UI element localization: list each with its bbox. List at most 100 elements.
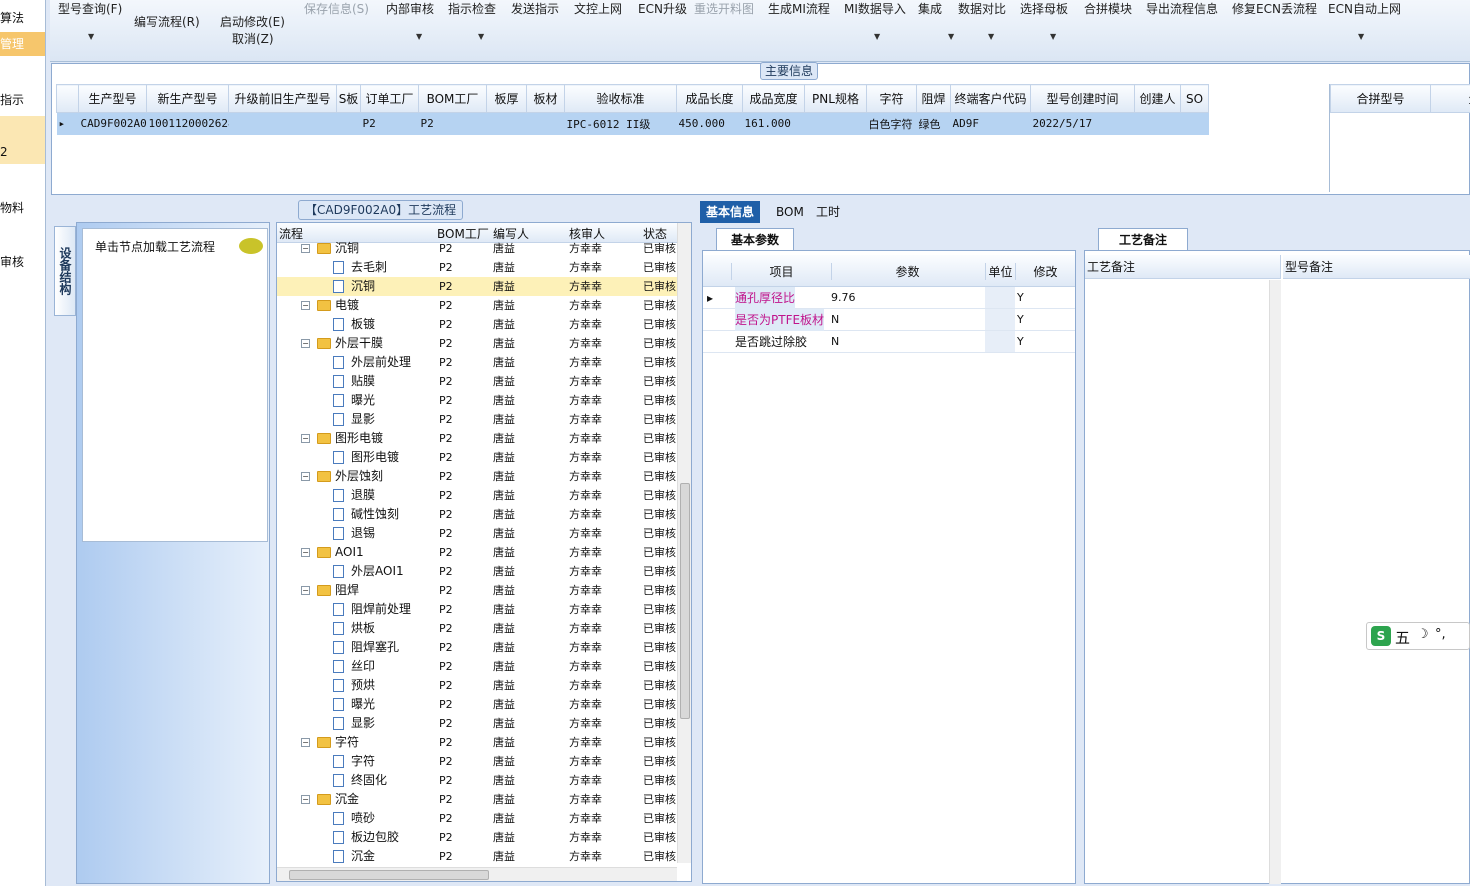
tree-node[interactable]: 显影 P2 唐益 方幸幸 已审核 — [277, 410, 677, 429]
tree-vertical-scrollbar[interactable] — [677, 223, 691, 863]
collapse-icon[interactable]: − — [301, 339, 310, 348]
tree-node[interactable]: − 沉铜 P2 唐益 方幸幸 已审核 — [277, 239, 677, 258]
tab-detail[interactable]: 工时 — [810, 201, 846, 223]
collapse-icon[interactable]: − — [301, 738, 310, 747]
toolbar-button[interactable]: 保存信息(S) — [304, 0, 369, 17]
toolbar-button[interactable]: 型号查询(F) ▼ — [58, 0, 122, 41]
nav-item[interactable]: 2 — [0, 140, 45, 164]
tab-process-remarks[interactable]: 工艺备注 — [1098, 228, 1189, 250]
nav-item[interactable]: 算法 — [0, 6, 45, 30]
tree-node[interactable]: 烘板 P2 唐益 方幸幸 已审核 — [277, 619, 677, 638]
toolbar-button[interactable]: 启动修改(E) — [220, 13, 285, 30]
tree-node[interactable]: 去毛刺 P2 唐益 方幸幸 已审核 — [277, 258, 677, 277]
toolbar-button[interactable]: 导出流程信息 — [1146, 0, 1218, 17]
nav-item[interactable]: 指示 — [0, 88, 45, 112]
tree-node[interactable]: − AOI1 P2 唐益 方幸幸 已审核 — [277, 543, 677, 562]
tree-node[interactable]: 沉铜 P2 唐益 方幸幸 已审核 — [277, 277, 677, 296]
grid-column-header[interactable]: S板 — [336, 84, 361, 113]
table-row[interactable]: 是否为PTFE板材 N Y — [703, 309, 1075, 331]
param-modify[interactable]: Y — [1017, 287, 1024, 309]
nav-item[interactable]: 审核 — [0, 250, 45, 274]
grid-cell[interactable]: P2 — [360, 112, 419, 135]
toolbar-button[interactable]: 数据对比 ▼ — [958, 0, 1006, 41]
grid-cell[interactable]: 161.000 — [742, 112, 805, 135]
tree-node[interactable]: − 外层干膜 P2 唐益 方幸幸 已审核 — [277, 334, 677, 353]
equipment-side-tab[interactable]: 设备结构 — [54, 226, 76, 316]
grid-column-header[interactable]: 终端客户代码 — [950, 84, 1031, 113]
toolbar-button[interactable]: ECN自动上网 ▼ — [1328, 0, 1401, 41]
tree-node[interactable]: 字符 P2 唐益 方幸幸 已审核 — [277, 752, 677, 771]
collapse-icon[interactable]: − — [301, 548, 310, 557]
grid-column-header[interactable]: PNL规格 — [804, 84, 867, 113]
grid-column-header[interactable]: 验收标准 — [564, 84, 677, 113]
grid-cell[interactable] — [804, 112, 867, 135]
grid-column-header[interactable]: 升级前旧生产型号 — [228, 84, 337, 113]
params-column-header[interactable]: 参数 — [831, 263, 983, 280]
toolbar-button[interactable]: MI数据导入 ▼ — [844, 0, 906, 41]
tree-node[interactable]: 终固化 P2 唐益 方幸幸 已审核 — [277, 771, 677, 790]
scroll-thumb[interactable] — [680, 483, 690, 719]
tree-node[interactable]: 板边包胶 P2 唐益 方幸幸 已审核 — [277, 828, 677, 847]
params-column-header[interactable]: 项目 — [731, 263, 831, 280]
param-unit[interactable] — [985, 287, 1015, 308]
param-unit[interactable] — [985, 331, 1015, 352]
scroll-thumb[interactable] — [289, 870, 489, 880]
merge-col-header[interactable]: 合拼型号 — [1330, 84, 1431, 113]
tree-node[interactable]: 退膜 P2 唐益 方幸幸 已审核 — [277, 486, 677, 505]
param-unit[interactable] — [985, 309, 1015, 330]
grid-cell[interactable]: 2022/5/17 — [1030, 112, 1135, 135]
grid-column-header[interactable]: 成品宽度 — [742, 84, 805, 113]
tree-node[interactable]: 退锡 P2 唐益 方幸幸 已审核 — [277, 524, 677, 543]
tree-node[interactable]: 预烘 P2 唐益 方幸幸 已审核 — [277, 676, 677, 695]
nav-item[interactable] — [0, 116, 45, 140]
toolbar-button[interactable]: 发送指示 — [511, 0, 559, 17]
tree-node[interactable]: 沉金 P2 唐益 方幸幸 已审核 — [277, 847, 677, 866]
toolbar-button[interactable]: 选择母板 ▼ — [1020, 0, 1068, 41]
tree-node[interactable]: − 图形电镀 P2 唐益 方幸幸 已审核 — [277, 429, 677, 448]
grid-column-header[interactable]: SO — [1180, 84, 1209, 113]
grid-cell[interactable] — [486, 112, 527, 135]
tree-node[interactable]: 显影 P2 唐益 方幸幸 已审核 — [277, 714, 677, 733]
process-remark-scrollbar[interactable] — [1269, 280, 1281, 884]
grid-cell[interactable]: P2 — [418, 112, 487, 135]
merge-col-header[interactable]: 生产 — [1430, 84, 1470, 113]
tree-node[interactable]: 碱性蚀刻 P2 唐益 方幸幸 已审核 — [277, 505, 677, 524]
tree-node[interactable]: 板镀 P2 唐益 方幸幸 已审核 — [277, 315, 677, 334]
tree-node[interactable]: 曝光 P2 唐益 方幸幸 已审核 — [277, 695, 677, 714]
tree-node[interactable]: − 阻焊 P2 唐益 方幸幸 已审核 — [277, 581, 677, 600]
grid-column-header[interactable]: 阻焊 — [916, 84, 951, 113]
grid-cell[interactable]: 白色字符 — [866, 112, 917, 135]
equipment-list[interactable]: 单击节点加载工艺流程 — [82, 228, 268, 542]
process-tree[interactable]: 流程 BOM工厂 编写人 核审人 状态 − 沉铜 P2 唐益 方幸幸 已审核 去毛刺 P2 唐益 方幸幸 已审… — [276, 222, 692, 882]
grid-column-header[interactable]: 板材 — [526, 84, 565, 113]
toolbar-button[interactable]: 修复ECN丢流程 — [1232, 0, 1317, 17]
tree-node[interactable]: 图形电镀 P2 唐益 方幸幸 已审核 — [277, 448, 677, 467]
model-remark-text[interactable] — [1283, 280, 1470, 884]
grid-cell[interactable] — [526, 112, 565, 135]
toolbar-button[interactable]: 指示检查 ▼ — [448, 0, 496, 41]
collapse-icon[interactable]: − — [301, 795, 310, 804]
tree-node[interactable]: − 电镀 P2 唐益 方幸幸 已审核 — [277, 296, 677, 315]
toolbar-button[interactable]: 取消(Z) — [232, 30, 274, 47]
params-column-header[interactable]: 单位 — [985, 263, 1015, 280]
params-column-header[interactable]: 修改 — [1015, 263, 1075, 280]
toolbar-button[interactable]: 内部审核 ▼ — [386, 0, 434, 41]
tree-node[interactable]: 贴膜 P2 唐益 方幸幸 已审核 — [277, 372, 677, 391]
tree-horizontal-scrollbar[interactable] — [277, 867, 677, 881]
punctuation-icon[interactable]: °, — [1435, 627, 1446, 642]
collapse-icon[interactable]: − — [301, 586, 310, 595]
grid-cell[interactable]: 绿色 — [916, 112, 951, 135]
toolbar-button[interactable]: ECN升级 — [638, 0, 687, 17]
grid-column-header[interactable]: 字符 — [866, 84, 917, 113]
collapse-icon[interactable]: − — [301, 301, 310, 310]
toolbar-button[interactable]: 生成MI流程 — [768, 0, 830, 17]
param-modify[interactable]: Y — [1017, 331, 1024, 353]
grid-column-header[interactable]: 新生产型号 — [146, 84, 229, 113]
tab-detail[interactable]: 基本信息 — [700, 201, 761, 223]
toolbar-button[interactable]: 文控上网 — [574, 0, 622, 17]
nav-item[interactable]: 物料 — [0, 196, 45, 220]
toolbar-button[interactable]: 集成 ▼ — [918, 0, 954, 41]
tree-node[interactable]: 外层AOI1 P2 唐益 方幸幸 已审核 — [277, 562, 677, 581]
collapse-icon[interactable]: − — [301, 434, 310, 443]
collapse-icon[interactable]: − — [301, 244, 310, 253]
